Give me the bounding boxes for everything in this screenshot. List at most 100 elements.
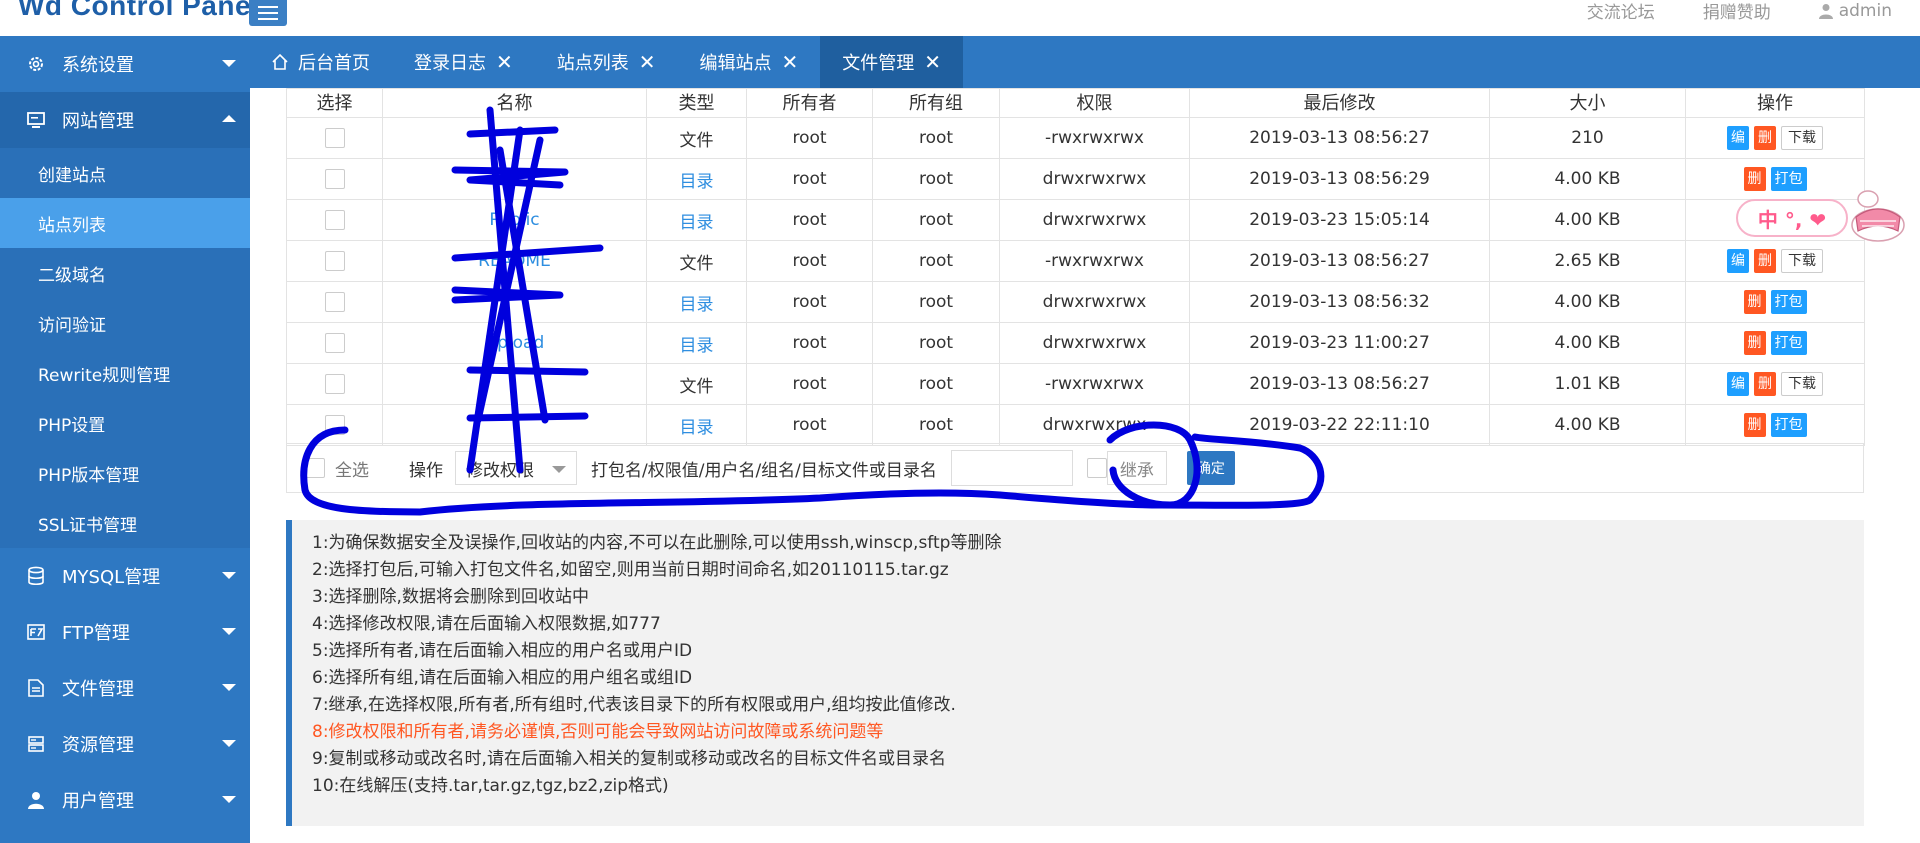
cell-type: 目录 (646, 322, 747, 364)
user-icon (26, 790, 46, 810)
cell-name[interactable] (382, 117, 647, 159)
inherit-label[interactable]: 继承 (1106, 451, 1167, 485)
cell-actions: 编删下载 (1685, 240, 1865, 282)
row-checkbox[interactable] (324, 169, 345, 189)
edit-button[interactable]: 编 (1727, 249, 1749, 273)
sidebar-item-php-settings[interactable]: PHP设置 (0, 398, 250, 448)
forum-link[interactable]: 交流论坛 (1587, 0, 1655, 23)
tab-login-log[interactable]: 登录日志 ✕ (392, 36, 535, 88)
sidebar-group-resources[interactable]: 资源管理 (0, 716, 250, 772)
cell-select[interactable] (286, 281, 383, 323)
col-header-type[interactable]: 类型 (646, 88, 747, 118)
col-header-size[interactable]: 大小 (1489, 88, 1686, 118)
note-line: 6:选择所有组,请在后面输入相应的用户组名或组ID (312, 668, 693, 688)
sidebar-item-subdomain[interactable]: 二级域名 (0, 248, 250, 298)
cell-select[interactable] (286, 199, 383, 241)
cell-name[interactable]: Upload (382, 322, 647, 364)
sidebar-item-create-site[interactable]: 创建站点 (0, 148, 250, 198)
cell-select[interactable] (286, 117, 383, 159)
row-checkbox[interactable] (324, 333, 345, 353)
row-checkbox[interactable] (324, 210, 345, 230)
sidebar-group-mysql[interactable]: MYSQL管理 (0, 548, 250, 604)
close-icon[interactable]: ✕ (782, 52, 799, 72)
tab-home[interactable]: 后台首页 (250, 36, 392, 88)
col-header-perm[interactable]: 权限 (999, 88, 1190, 118)
cell-select[interactable] (286, 404, 383, 446)
file-table: 选择 名称 类型 所有者 所有组 权限 最后修改 大小 操作 文件 root roo… (286, 88, 1865, 446)
edit-button[interactable]: 编 (1727, 126, 1749, 150)
cell-name[interactable] (382, 158, 647, 200)
col-header-mtime[interactable]: 最后修改 (1189, 88, 1490, 118)
sidebar-group-users[interactable]: 用户管理 (0, 772, 250, 828)
cell-name[interactable] (382, 363, 647, 405)
note-line: 9:复制或移动或改名时,请在后面输入相关的复制或移动或改名的目标文件名或目录名 (312, 749, 946, 769)
sidebar-item-rewrite[interactable]: Rewrite规则管理 (0, 348, 250, 398)
user-name: admin (1838, 0, 1892, 21)
cell-name[interactable] (382, 404, 647, 446)
col-header-group[interactable]: 所有组 (872, 88, 1000, 118)
col-header-owner[interactable]: 所有者 (746, 88, 873, 118)
cell-mtime: 2019-03-13 08:56:27 (1189, 117, 1490, 159)
sidebar-item-php-version[interactable]: PHP版本管理 (0, 448, 250, 498)
sidebar-item-ssl[interactable]: SSL证书管理 (0, 498, 250, 548)
pack-button[interactable]: 打包 (1770, 331, 1807, 355)
close-icon[interactable]: ✕ (639, 52, 656, 72)
select-all-checkbox[interactable] (305, 458, 325, 478)
row-checkbox[interactable] (324, 128, 345, 148)
sidebar-group-files[interactable]: 文件管理 (0, 660, 250, 716)
download-button[interactable]: 下载 (1781, 372, 1823, 396)
download-button[interactable]: 下载 (1781, 249, 1823, 273)
tab-file-manager[interactable]: 文件管理 ✕ (820, 36, 964, 88)
col-header-name[interactable]: 名称 (382, 88, 647, 118)
sidebar-group-website[interactable]: 网站管理 (0, 92, 250, 148)
pack-button[interactable]: 打包 (1770, 290, 1807, 314)
sidebar-item-site-list[interactable]: 站点列表 (0, 198, 250, 248)
delete-button[interactable]: 删 (1743, 290, 1766, 314)
download-button[interactable]: 下载 (1781, 126, 1823, 150)
row-checkbox[interactable] (324, 374, 345, 394)
server-icon (26, 734, 46, 754)
menu-toggle-button[interactable] (249, 0, 287, 26)
edit-button[interactable]: 编 (1727, 372, 1749, 396)
tab-site-list[interactable]: 站点列表 ✕ (535, 36, 678, 88)
sidebar: 系统设置 网站管理 创建站点 站点列表 二级域名 访问验证 Rewrite规则管… (0, 36, 250, 843)
delete-button[interactable]: 删 (1754, 126, 1776, 150)
cell-group: root (872, 240, 1000, 282)
cell-name[interactable] (382, 281, 647, 323)
sidebar-group-label: 系统设置 (62, 55, 134, 76)
close-icon[interactable]: ✕ (496, 52, 513, 72)
cell-select[interactable] (286, 363, 383, 405)
row-checkbox[interactable] (324, 415, 345, 435)
cell-name[interactable]: Public (382, 199, 647, 241)
confirm-button[interactable]: 确定 (1186, 451, 1235, 485)
floating-pet-widget[interactable]: 中 °, ❤ (1736, 187, 1906, 243)
inherit-checkbox[interactable] (1086, 458, 1107, 478)
cell-group: root (872, 117, 1000, 159)
sidebar-group-system[interactable]: 系统设置 (0, 36, 250, 92)
pack-button[interactable]: 打包 (1770, 413, 1807, 437)
delete-button[interactable]: 删 (1743, 331, 1766, 355)
delete-button[interactable]: 删 (1743, 413, 1766, 437)
user-menu[interactable]: admin (1818, 0, 1892, 23)
cell-select[interactable] (286, 240, 383, 282)
close-icon[interactable]: ✕ (924, 52, 941, 72)
delete-button[interactable]: 删 (1754, 249, 1776, 273)
cell-select[interactable] (286, 322, 383, 364)
cell-perm: drwxrwxrwx (999, 322, 1190, 364)
sidebar-group-ftp[interactable]: FTP管理 (0, 604, 250, 660)
delete-button[interactable]: 删 (1754, 372, 1776, 396)
tab-label: 登录日志 (414, 53, 486, 74)
chevron-down-icon (552, 466, 566, 473)
table-row: 目录 root root drwxrwxrwx 2019-03-13 08:56:29 4… (286, 158, 1865, 200)
cell-name[interactable]: README (382, 240, 647, 282)
tab-edit-site[interactable]: 编辑站点 ✕ (678, 36, 821, 88)
cell-select[interactable] (286, 158, 383, 200)
row-checkbox[interactable] (324, 292, 345, 312)
donate-link[interactable]: 捐赠赞助 (1703, 0, 1771, 23)
operation-select[interactable]: 修改权限 (455, 451, 577, 485)
note-line: 5:选择所有者,请在后面输入相应的用户名或用户ID (312, 641, 693, 661)
sidebar-item-access-auth[interactable]: 访问验证 (0, 298, 250, 348)
row-checkbox[interactable] (324, 251, 345, 271)
pet-mascot-icon (1851, 190, 1905, 242)
target-input[interactable] (950, 450, 1073, 486)
